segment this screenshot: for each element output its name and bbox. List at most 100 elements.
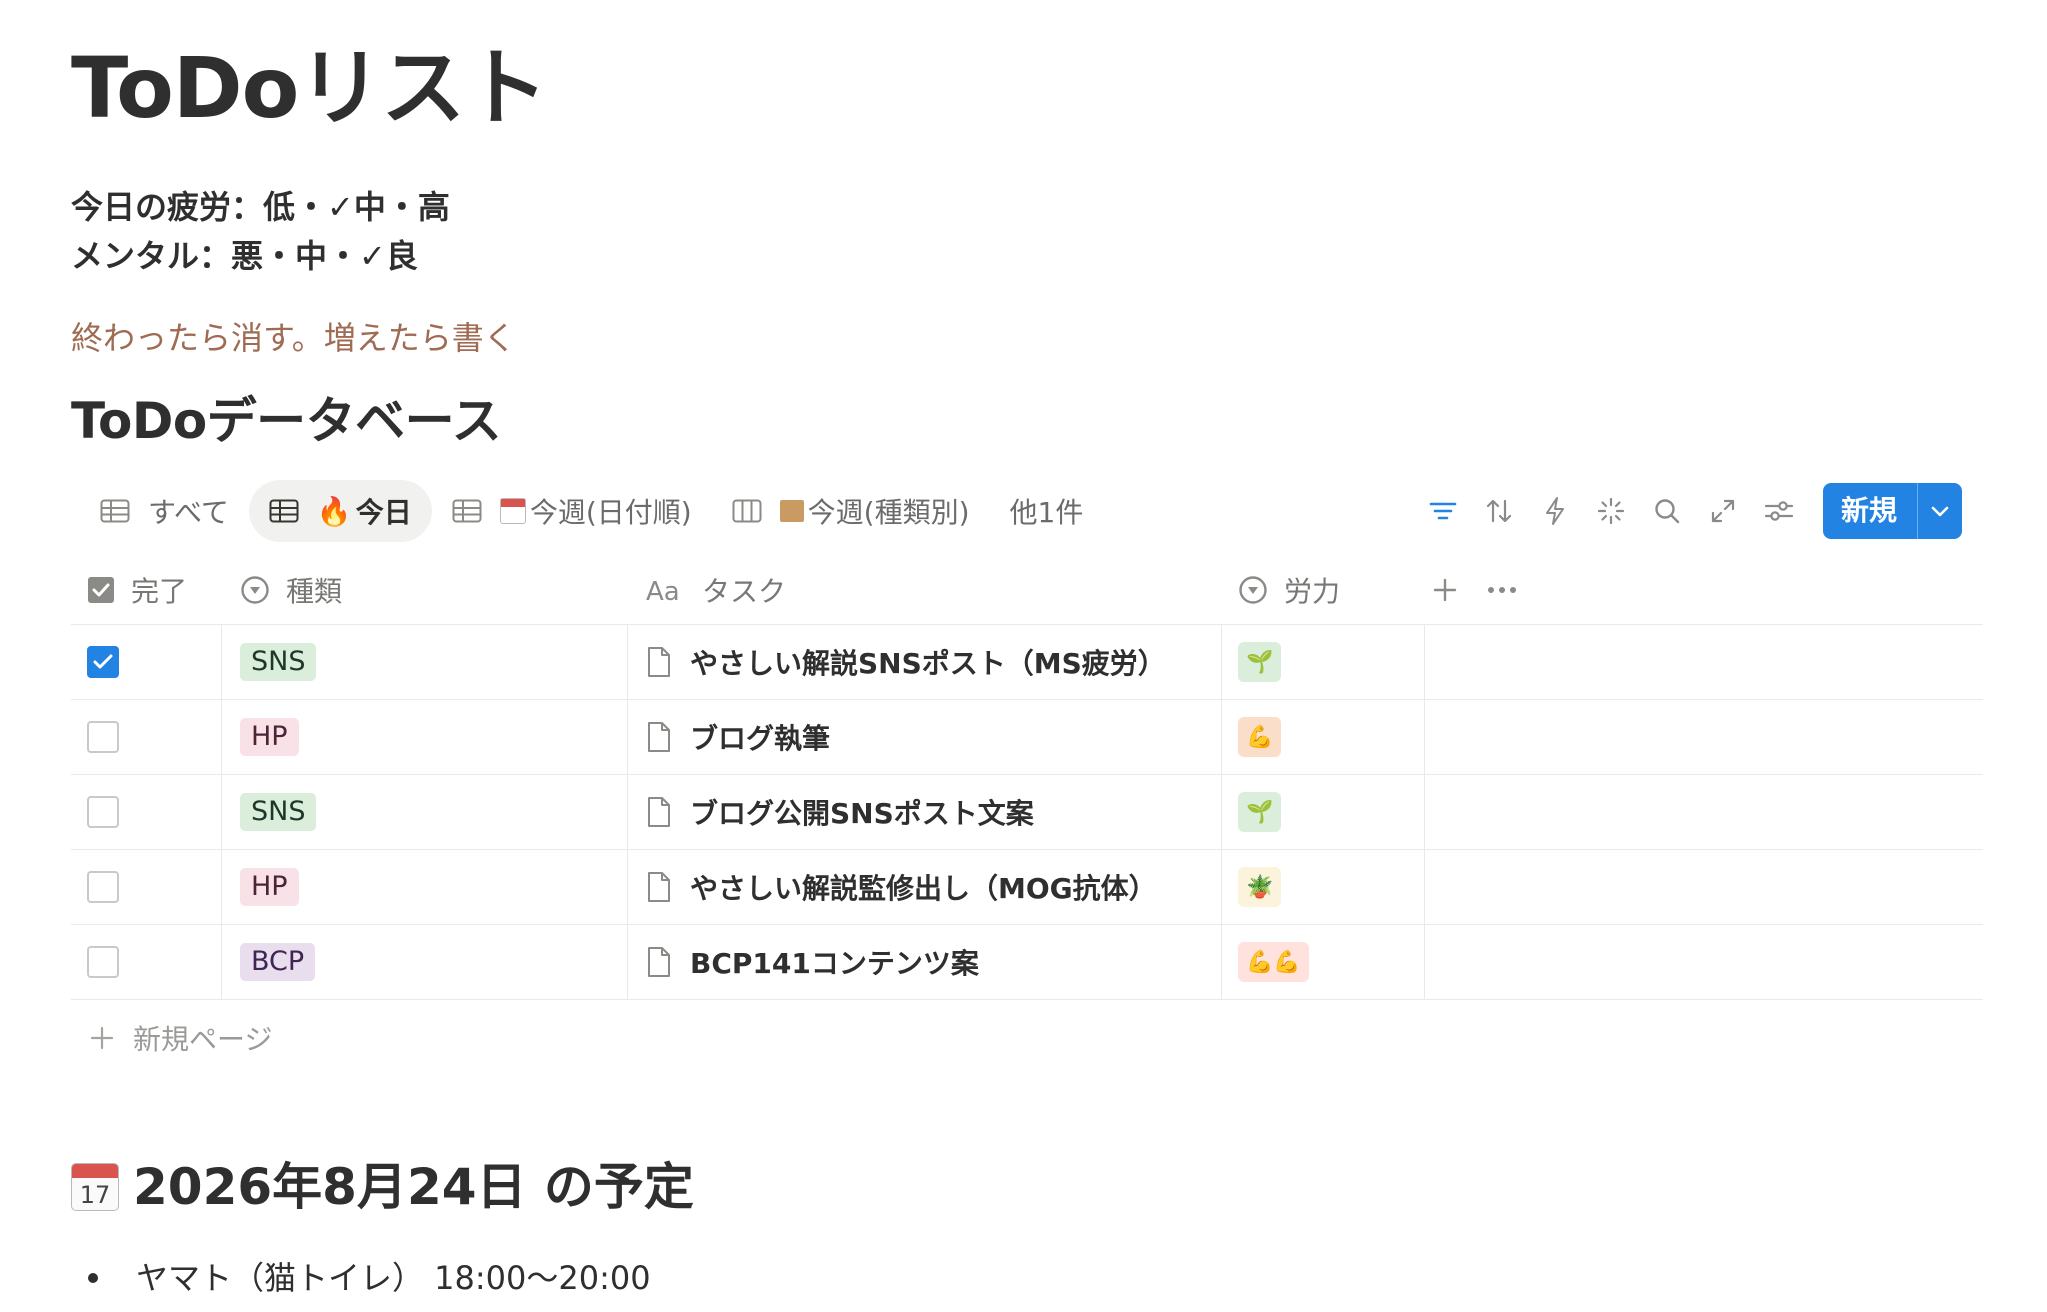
- kind-cell[interactable]: BCP: [222, 924, 628, 1000]
- empty-cell: [1425, 775, 1983, 850]
- tab-all[interactable]: すべて: [80, 480, 249, 542]
- column-header-kind[interactable]: 種類: [222, 555, 628, 625]
- table-row[interactable]: BCP BCP141コンテンツ案 💪💪: [71, 924, 1983, 1000]
- done-checkbox[interactable]: [87, 796, 119, 828]
- kind-cell[interactable]: SNS: [222, 624, 628, 700]
- fire-icon: 🔥: [316, 494, 352, 528]
- effort-cell[interactable]: 🌱: [1222, 774, 1425, 850]
- new-button[interactable]: 新規: [1822, 483, 1962, 539]
- kind-tag[interactable]: HP: [240, 868, 299, 906]
- effort-cell[interactable]: 💪💪: [1222, 924, 1425, 1000]
- database-toolbar: 新規: [1415, 483, 1962, 539]
- done-cell: [71, 699, 222, 775]
- kind-tag[interactable]: SNS: [240, 793, 317, 831]
- table-icon: [452, 499, 482, 523]
- schedule-heading[interactable]: 17 2026年8月24日 の予定: [71, 1157, 694, 1217]
- done-checkbox[interactable]: [87, 946, 119, 978]
- expand-icon[interactable]: [1695, 483, 1751, 539]
- column-header-effort[interactable]: 労力: [1222, 555, 1425, 625]
- kind-tag[interactable]: HP: [240, 718, 299, 756]
- page-icon: [646, 796, 672, 828]
- effort-tag[interactable]: 💪: [1238, 717, 1282, 757]
- effort-tag[interactable]: 🌱: [1238, 642, 1282, 682]
- tab-more-views[interactable]: 他1件: [990, 480, 1104, 542]
- task-title[interactable]: BCP141コンテンツ案: [690, 942, 979, 982]
- effort-cell[interactable]: 🪴: [1222, 849, 1425, 925]
- mental-line[interactable]: メンタル：悪・中・✓良: [71, 236, 418, 276]
- done-checkbox[interactable]: [87, 646, 119, 678]
- task-cell[interactable]: ブログ公開SNSポスト文案: [628, 774, 1222, 850]
- table-row[interactable]: SNS ブログ公開SNSポスト文案 🌱: [71, 774, 1983, 850]
- kind-tag[interactable]: BCP: [240, 943, 316, 981]
- package-icon: [779, 500, 804, 522]
- ai-icon[interactable]: [1583, 483, 1639, 539]
- column-header-task[interactable]: Aa タスク: [628, 555, 1222, 625]
- select-property-icon: [240, 575, 270, 605]
- effort-tag[interactable]: 🪴: [1238, 867, 1282, 907]
- task-cell[interactable]: やさしい解説監修出し（MOG抗体）: [628, 849, 1222, 925]
- effort-cell[interactable]: 💪: [1222, 699, 1425, 775]
- fatigue-line[interactable]: 今日の疲労：低・✓中・高: [71, 187, 450, 227]
- schedule-title: 2026年8月24日 の予定: [133, 1158, 694, 1216]
- empty-cell: [1425, 850, 1983, 925]
- kind-cell[interactable]: HP: [222, 699, 628, 775]
- kind-cell[interactable]: SNS: [222, 774, 628, 850]
- bullet-icon: [88, 1273, 98, 1283]
- task-cell[interactable]: ブログ執筆: [628, 699, 1222, 775]
- automation-icon[interactable]: [1527, 483, 1583, 539]
- done-cell: [71, 624, 222, 700]
- table-icon: [100, 499, 130, 523]
- new-page-button[interactable]: 新規ページ: [71, 1000, 1983, 1075]
- task-cell[interactable]: やさしい解説SNSポスト（MS疲労）: [628, 624, 1222, 700]
- more-icon[interactable]: [1487, 586, 1517, 594]
- add-property-button[interactable]: [1425, 555, 1459, 625]
- effort-tag[interactable]: 💪💪: [1238, 942, 1309, 982]
- kind-cell[interactable]: HP: [222, 849, 628, 925]
- page-icon: [646, 946, 672, 978]
- tab-week-by-date[interactable]: 今週(日付順): [432, 480, 712, 542]
- page-title[interactable]: ToDoリスト: [71, 38, 548, 138]
- empty-cell: [1425, 925, 1983, 1000]
- search-icon[interactable]: [1639, 483, 1695, 539]
- table-row[interactable]: SNS やさしい解説SNSポスト（MS疲労） 🌱: [71, 624, 1983, 700]
- effort-tag[interactable]: 🌱: [1238, 792, 1282, 832]
- table-row[interactable]: HP やさしい解説監修出し（MOG抗体） 🪴: [71, 849, 1983, 925]
- schedule-item-text: ヤマト（猫トイレ） 18:00〜20:00: [136, 1259, 651, 1297]
- select-property-icon: [1238, 575, 1268, 605]
- chevron-down-icon[interactable]: [1918, 504, 1962, 518]
- plus-icon[interactable]: [1431, 576, 1459, 604]
- task-title[interactable]: やさしい解説SNSポスト（MS疲労）: [690, 642, 1166, 682]
- column-label: 種類: [286, 574, 343, 608]
- empty-cell: [1425, 700, 1983, 775]
- plus-icon: [89, 1025, 115, 1051]
- kind-tag[interactable]: SNS: [240, 643, 317, 681]
- done-checkbox[interactable]: [87, 721, 119, 753]
- task-title[interactable]: ブログ公開SNSポスト文案: [690, 792, 1034, 832]
- settings-icon[interactable]: [1751, 483, 1807, 539]
- done-checkbox[interactable]: [87, 871, 119, 903]
- table-body: SNS やさしい解説SNSポスト（MS疲労） 🌱 HP ブログ執筆 💪 SNS ブログ公開SN…: [71, 624, 1983, 1000]
- more-options-button[interactable]: [1459, 555, 1517, 625]
- new-button-label[interactable]: 新規: [1823, 483, 1917, 539]
- sort-icon[interactable]: [1471, 483, 1527, 539]
- calendar-icon: [499, 498, 526, 524]
- instruction-note[interactable]: 終わったら消す。増えたら書く: [71, 318, 516, 358]
- calendar-icon: 17: [71, 1163, 119, 1211]
- calendar-day: 17: [79, 1181, 111, 1209]
- svg-text:Aa: Aa: [646, 577, 680, 604]
- tab-today[interactable]: 🔥 今日: [248, 480, 432, 542]
- task-cell[interactable]: BCP141コンテンツ案: [628, 924, 1222, 1000]
- filter-icon[interactable]: [1415, 483, 1471, 539]
- schedule-item[interactable]: ヤマト（猫トイレ） 18:00〜20:00: [88, 1258, 651, 1298]
- page-icon: [646, 871, 672, 903]
- database-title[interactable]: ToDoデータベース: [71, 391, 502, 451]
- column-header-done[interactable]: 完了: [71, 555, 222, 625]
- page-icon: [646, 721, 672, 753]
- title-property-icon: Aa: [646, 576, 686, 604]
- task-title[interactable]: やさしい解説監修出し（MOG抗体）: [690, 867, 1157, 907]
- task-title[interactable]: ブログ執筆: [690, 717, 830, 757]
- page-icon: [646, 646, 672, 678]
- effort-cell[interactable]: 🌱: [1222, 624, 1425, 700]
- table-row[interactable]: HP ブログ執筆 💪: [71, 699, 1983, 775]
- tab-week-by-kind[interactable]: 今週(種類別): [712, 480, 990, 542]
